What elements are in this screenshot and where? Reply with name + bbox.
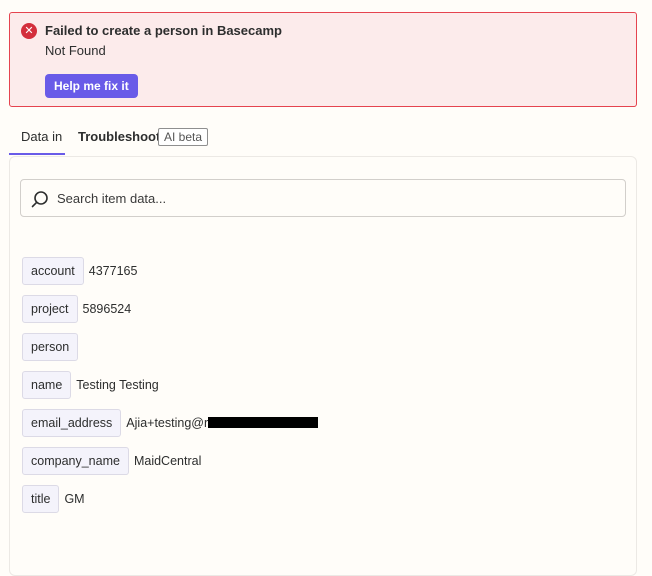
field-key[interactable]: email_address bbox=[22, 409, 122, 437]
field-value: Testing Testing bbox=[76, 378, 159, 392]
field-row-company-name: company_name MaidCentral bbox=[22, 447, 201, 475]
field-key[interactable]: project bbox=[22, 295, 78, 323]
field-row-email-address: email_address Ajia+testing@r bbox=[22, 409, 319, 437]
field-value: 4377165 bbox=[88, 264, 138, 278]
error-title: Failed to create a person in Basecamp bbox=[45, 23, 282, 38]
tab-bar: Data in Troubleshoot AI beta bbox=[9, 124, 637, 156]
field-row-title: title GM bbox=[22, 485, 85, 513]
field-row-name: name Testing Testing bbox=[22, 371, 159, 399]
field-value: MaidCentral bbox=[133, 454, 202, 468]
error-x-icon: ✕ bbox=[21, 23, 37, 39]
field-key[interactable]: title bbox=[22, 485, 60, 513]
help-me-fix-it-button[interactable]: Help me fix it bbox=[45, 74, 138, 98]
field-key[interactable]: account bbox=[22, 257, 84, 285]
data-in-panel bbox=[9, 156, 637, 576]
tab-data-in[interactable]: Data in bbox=[21, 129, 62, 156]
field-row-account: account 4377165 bbox=[22, 257, 137, 285]
error-detail: Not Found bbox=[45, 43, 106, 58]
field-value: Ajia+testing@r bbox=[126, 416, 319, 430]
search-box[interactable] bbox=[20, 179, 626, 217]
field-row-person: person bbox=[22, 333, 83, 361]
error-alert: ✕ Failed to create a person in Basecamp … bbox=[9, 12, 637, 107]
email-value-text: Ajia+testing@r bbox=[126, 416, 209, 430]
ai-beta-badge: AI beta bbox=[158, 128, 209, 146]
field-value: 5896524 bbox=[82, 302, 132, 316]
redaction-bar bbox=[208, 417, 319, 428]
active-tab-indicator bbox=[9, 153, 65, 155]
field-row-project: project 5896524 bbox=[22, 295, 131, 323]
search-icon bbox=[31, 191, 48, 208]
field-value: GM bbox=[64, 492, 85, 506]
field-key[interactable]: name bbox=[22, 371, 72, 399]
search-input[interactable] bbox=[57, 180, 617, 216]
field-key[interactable]: person bbox=[22, 333, 79, 361]
tab-troubleshoot[interactable]: Troubleshoot bbox=[78, 129, 160, 144]
field-key[interactable]: company_name bbox=[22, 447, 129, 475]
